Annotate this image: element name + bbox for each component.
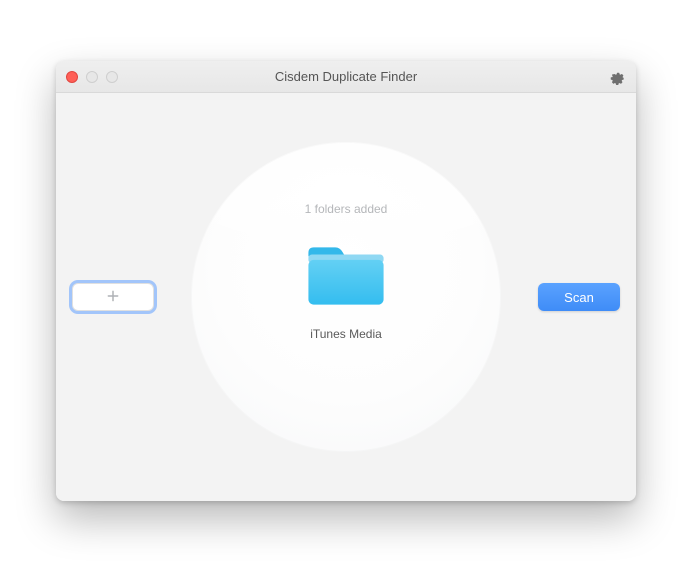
titlebar: Cisdem Duplicate Finder [56,61,636,93]
minimize-window-button[interactable] [86,71,98,83]
folder-item[interactable]: iTunes Media [303,242,389,341]
app-window: Cisdem Duplicate Finder 1 [56,61,636,501]
window-title: Cisdem Duplicate Finder [275,69,417,84]
folders-added-status: 1 folders added [305,202,388,216]
close-window-button[interactable] [66,71,78,83]
add-folder-button[interactable] [72,283,154,311]
settings-button[interactable] [610,61,626,92]
folder-icon [303,242,389,313]
window-controls [66,61,118,92]
plus-icon [105,288,121,307]
main-area: 1 folders added [56,93,636,501]
zoom-window-button[interactable] [106,71,118,83]
scan-button[interactable]: Scan [538,283,620,311]
folder-label: iTunes Media [310,327,382,341]
drop-area[interactable]: 1 folders added [191,142,501,452]
gear-icon [610,69,626,85]
